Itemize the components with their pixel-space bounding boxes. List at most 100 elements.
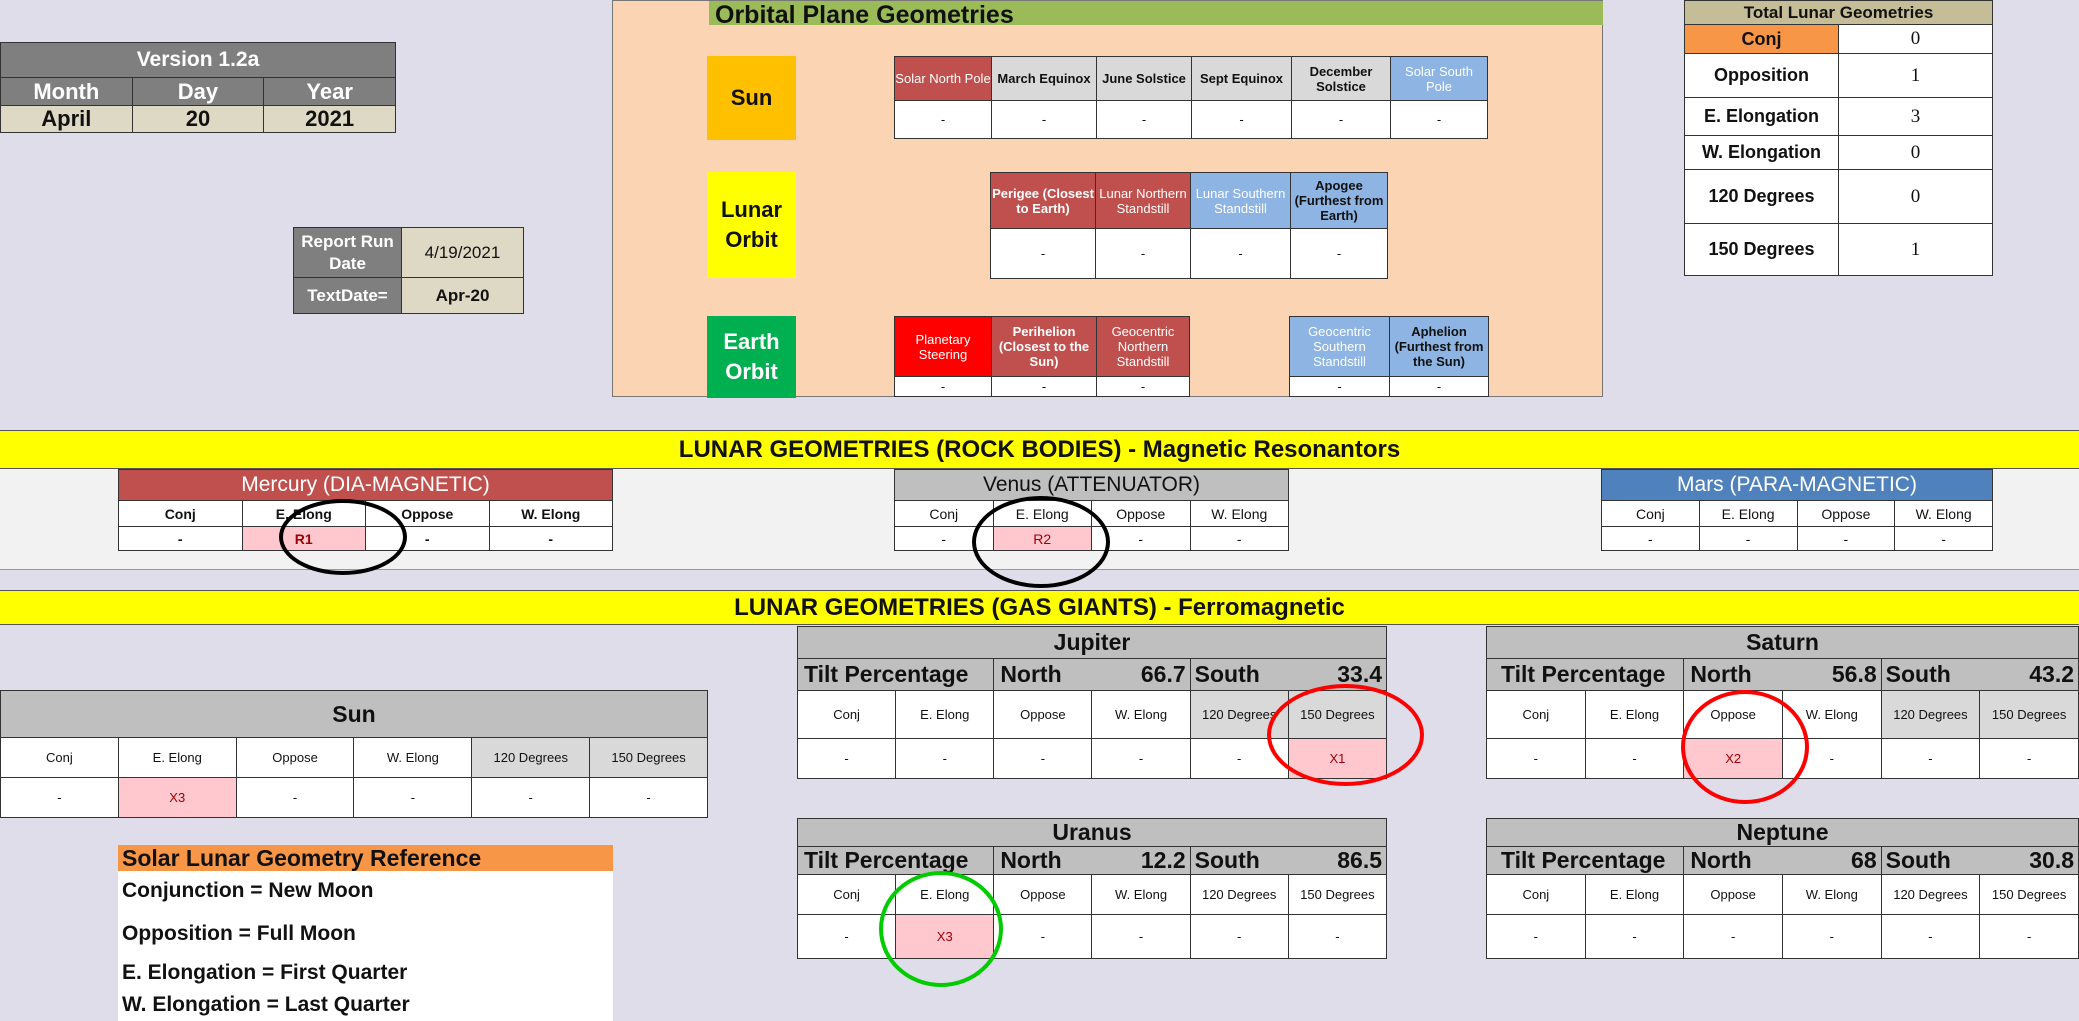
- perihelion-header: Perihelion (Closest to the Sun): [991, 316, 1097, 377]
- orbital-sun-cell: -: [1096, 100, 1192, 139]
- totals-value: 3: [1838, 97, 1993, 136]
- orbital-earth-cell: -: [1289, 376, 1390, 397]
- orbital-earth-cell: -: [1389, 376, 1489, 397]
- totals-label: E. Elongation: [1684, 97, 1839, 136]
- december-solstice-header: December Solstice: [1291, 56, 1391, 101]
- sun-cell: -: [0, 777, 119, 818]
- gas-header: 150 Degrees: [1979, 690, 2079, 739]
- venus-cell: -: [1189, 526, 1289, 551]
- highlight-ring-saturn: [1681, 690, 1809, 804]
- totals-label: Opposition: [1684, 53, 1839, 98]
- totals-value: 1: [1838, 53, 1993, 98]
- jupiter-cell: -: [1091, 738, 1191, 779]
- orbital-sun-cell: -: [991, 100, 1097, 139]
- highlight-ring-jupiter: [1267, 684, 1424, 786]
- gas-header: Conj: [796, 690, 897, 739]
- textdate-value[interactable]: Apr-20: [401, 277, 524, 314]
- neptune-name: Neptune: [1486, 818, 2079, 847]
- highlight-ring-mercury: [279, 499, 407, 575]
- month-input[interactable]: April: [0, 105, 133, 133]
- mercury-cell: -: [488, 526, 613, 551]
- gas-header: E. Elong: [1584, 874, 1685, 915]
- day-input[interactable]: 20: [131, 105, 265, 133]
- south-label: South: [1880, 658, 1980, 691]
- uranus-name: Uranus: [797, 818, 1387, 847]
- jupiter-north: 66.7: [1091, 658, 1191, 691]
- mars-cell: -: [1601, 526, 1700, 551]
- gas-header: W. Elong: [353, 737, 473, 778]
- orbital-panel: Orbital Plane Geometries Sun Lunar Orbit…: [612, 0, 1603, 398]
- sun-cell: -: [589, 777, 708, 818]
- orbital-earth-table-left: Planetary Steering Perihelion (Closest t…: [894, 316, 1190, 397]
- tilt-label: Tilt Percentage: [796, 658, 995, 691]
- year-input[interactable]: 2021: [263, 105, 396, 133]
- jupiter-cell: -: [796, 738, 897, 779]
- gas-header: 150 Degrees: [1287, 874, 1388, 915]
- gas-header: Conj: [0, 737, 119, 778]
- reference-line: Conjunction = New Moon: [122, 879, 374, 902]
- reference-title: Solar Lunar Geometry Reference: [118, 845, 613, 871]
- aphelion-header: Aphelion (Furthest from the Sun): [1389, 316, 1489, 377]
- year-header: Year: [263, 77, 396, 106]
- venus-name: Venus (ATTENUATOR): [894, 469, 1289, 501]
- neptune-south: 30.8: [1979, 846, 2079, 875]
- neptune-cell: -: [1979, 914, 2079, 959]
- orbital-title: Orbital Plane Geometries: [709, 1, 1603, 29]
- saturn-cell: -: [1584, 738, 1685, 779]
- orbital-sun-table: Solar North Pole March Equinox June Sols…: [894, 56, 1488, 139]
- gas-header: Conj: [1486, 690, 1586, 739]
- totals-value: 0: [1838, 135, 1993, 170]
- tilt-label: Tilt Percentage: [1485, 846, 1685, 875]
- sun-table: Sun Conj E. Elong Oppose W. Elong 120 De…: [0, 690, 708, 818]
- orbital-sun-cell: -: [894, 100, 992, 139]
- saturn-north: 56.8: [1782, 658, 1882, 691]
- gas-header: Oppose: [993, 690, 1093, 739]
- report-run-value[interactable]: 4/19/2021: [401, 227, 524, 278]
- gas-header: E. Elong: [1584, 690, 1685, 739]
- mars-cell: -: [1796, 526, 1896, 551]
- orbital-lunar-cell: -: [1095, 228, 1191, 279]
- mercury-name: Mercury (DIA-MAGNETIC): [118, 469, 613, 501]
- sept-equinox-header: Sept Equinox: [1191, 56, 1292, 101]
- rock-header: Conj: [1601, 500, 1700, 527]
- geocentric-southern-standstill-header: Geocentric Southern Standstill: [1289, 316, 1390, 377]
- sun-cell: X3: [117, 777, 237, 818]
- sun-name: Sun: [0, 690, 708, 738]
- gas-header: Conj: [1486, 874, 1586, 915]
- jupiter-cell: -: [895, 738, 995, 779]
- gas-header: 150 Degrees: [1979, 874, 2079, 915]
- orbital-earth-label: Earth Orbit: [707, 316, 796, 398]
- jupiter-cell: -: [993, 738, 1093, 779]
- north-label: North: [993, 658, 1092, 691]
- totals-value: 0: [1838, 169, 1993, 224]
- totals-label: Conj: [1684, 24, 1839, 54]
- gas-header: Conj: [796, 874, 897, 915]
- mercury-cell: -: [118, 526, 243, 551]
- tilt-label: Tilt Percentage: [796, 846, 995, 875]
- totals-value: 0: [1838, 24, 1993, 54]
- orbital-lunar-cell: -: [1190, 228, 1291, 279]
- saturn-south: 43.2: [1979, 658, 2079, 691]
- perigee-header: Perigee (Closest to Earth): [990, 172, 1096, 229]
- highlight-ring-uranus: [879, 871, 1003, 987]
- sun-cell: -: [235, 777, 355, 818]
- uranus-south: 86.5: [1288, 846, 1388, 875]
- planetary-steering-header: Planetary Steering: [894, 316, 992, 377]
- uranus-cell: -: [1287, 914, 1388, 959]
- gas-header: 150 Degrees: [589, 737, 708, 778]
- saturn-cell: -: [1880, 738, 1981, 779]
- neptune-cell: -: [1584, 914, 1685, 959]
- neptune-cell: -: [1486, 914, 1586, 959]
- jupiter-name: Jupiter: [797, 626, 1387, 659]
- uranus-cell: -: [1091, 914, 1191, 959]
- sun-cell: -: [353, 777, 473, 818]
- gas-header: W. Elong: [1781, 874, 1882, 915]
- totals-label: 120 Degrees: [1684, 169, 1839, 224]
- neptune-cell: -: [1683, 914, 1783, 959]
- rock-header: W. Elong: [488, 500, 613, 527]
- lunar-southern-standstill-header: Lunar Southern Standstill: [1190, 172, 1291, 229]
- rock-bodies-bar: LUNAR GEOMETRIES (ROCK BODIES) - Magneti…: [0, 430, 2079, 469]
- version-title: Version 1.2a: [0, 42, 396, 78]
- saturn-cell: -: [1979, 738, 2079, 779]
- gas-header: W. Elong: [1091, 874, 1191, 915]
